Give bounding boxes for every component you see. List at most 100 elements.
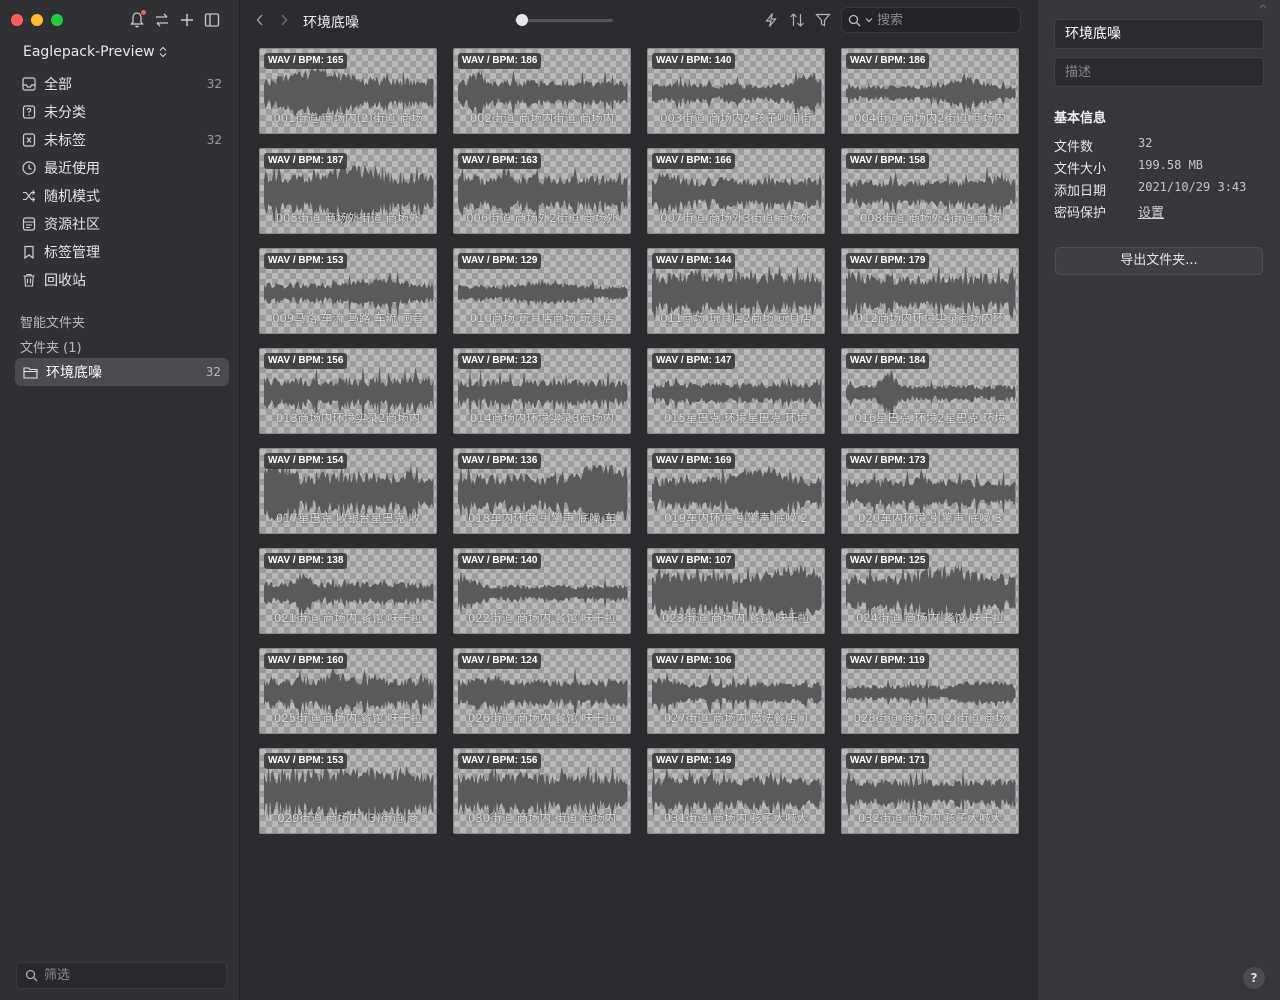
lightning-icon[interactable]	[763, 12, 779, 28]
info-row-file-size: 文件大小 199.58 MB	[1054, 158, 1203, 177]
audio-item-card[interactable]: WAV / BPM: 106 027街道 商场内 魔法餐店门	[647, 648, 825, 734]
audio-item-card[interactable]: WAV / BPM: 107 023街道 商场内 餐馆 味千拉	[647, 548, 825, 634]
audio-item-card[interactable]: WAV / BPM: 156 013商场内环境实录2商场内	[259, 348, 437, 434]
audio-item-card[interactable]: WAV / BPM: 144 011商场 玩具店2商场 玩具店	[647, 248, 825, 334]
info-key: 密码保护	[1054, 206, 1107, 221]
set-password-link[interactable]: 设置	[1138, 202, 1164, 221]
audio-item-card[interactable]: WAV / BPM: 187 005街道 商场外街道 商场外	[259, 148, 437, 234]
audio-item-name: 011商场 玩具店2商场 玩具店	[660, 311, 812, 325]
audio-item-name: 029街道 商场内 (3)街道 商	[277, 811, 419, 825]
audio-item-card[interactable]: WAV / BPM: 129 010商场 玩具店商场 玩具店	[453, 248, 631, 334]
sort-icon[interactable]	[789, 12, 805, 28]
audio-item-card[interactable]: WAV / BPM: 149 031街道 商场内 孩子大喊大	[647, 748, 825, 834]
thumbnail-size-slider[interactable]	[515, 14, 613, 26]
audio-item-card[interactable]: WAV / BPM: 186 002街道 商场内街道 商场内	[453, 48, 631, 134]
audio-item-card[interactable]: WAV / BPM: 166 007街道 商场外3街道 商场外	[647, 148, 825, 234]
audio-item-card[interactable]: WAV / BPM: 119 028街道 商场内 (2)街道 商场	[841, 648, 1019, 734]
format-badge: WAV / BPM: 125	[846, 553, 930, 569]
audio-item-card[interactable]: WAV / BPM: 123 014商场内环境实录3商场内	[453, 348, 631, 434]
audio-item-card[interactable]: WAV / BPM: 165 001街道 商场内(2)街道 商场	[259, 48, 437, 134]
slider-knob[interactable]	[516, 14, 528, 26]
audio-item-card[interactable]: WAV / BPM: 160 025街道 商场内 餐馆 味千拉	[259, 648, 437, 734]
audio-item-card[interactable]: WAV / BPM: 156 030街道 商场内 街道 商场内	[453, 748, 631, 834]
format-badge: WAV / BPM: 107	[652, 553, 736, 569]
sidebar-item-count: 32	[206, 133, 222, 147]
audio-item-card[interactable]: WAV / BPM: 163 006街道 商场外2街道 商场外	[453, 148, 631, 234]
audio-item-card[interactable]: WAV / BPM: 124 026街道 商场内 餐馆 味千拉	[453, 648, 631, 734]
search-icon	[25, 969, 38, 982]
sidebar-item-community[interactable]: 资源社区	[14, 210, 230, 238]
audio-item-card[interactable]: WAV / BPM: 171 032街道 商场内 孩子大喊大	[841, 748, 1019, 834]
audio-item-card[interactable]: WAV / BPM: 140 022街道 商场内 餐馆 味千拉	[453, 548, 631, 634]
main-content: 环境底噪 WAV / BPM: 165001街道 商场内(2)街道 商场WAV …	[241, 0, 1038, 1000]
toolbar-actions	[763, 12, 831, 28]
audio-item-name: 004街道 商场内2街道 商场内	[854, 111, 1006, 125]
folder-count: 32	[205, 365, 221, 379]
history-nav	[255, 13, 289, 27]
audio-item-card[interactable]: WAV / BPM: 138 021街道 商场内 餐馆 味千拉	[259, 548, 437, 634]
bell-icon[interactable]	[129, 10, 146, 29]
audio-item-card[interactable]: WAV / BPM: 147 015星巴克 环境星巴克 环境	[647, 348, 825, 434]
help-button[interactable]: ?	[1243, 967, 1265, 989]
sidebar-item-trash[interactable]: 回收站	[14, 266, 230, 294]
minimize-window-button[interactable]	[31, 14, 43, 26]
window-controls	[11, 14, 63, 26]
forward-arrow-icon[interactable]	[279, 13, 289, 27]
filter-input[interactable]	[44, 968, 204, 983]
back-arrow-icon[interactable]	[255, 13, 265, 27]
folder-icon	[23, 366, 38, 379]
audio-item-card[interactable]: WAV / BPM: 158 008街道 商场外4街道 商场	[841, 148, 1019, 234]
smart-folders-header[interactable]: 智能文件夹	[20, 312, 85, 331]
format-badge: WAV / BPM: 186	[846, 53, 930, 69]
audio-item-card[interactable]: WAV / BPM: 154 017星巴克 收银台星巴克 收	[259, 448, 437, 534]
audio-item-name: 003街道 商场内2 孩子吵闹街	[660, 111, 812, 125]
format-badge: WAV / BPM: 149	[652, 753, 736, 769]
audio-item-name: 030街道 商场内 街道 商场内	[468, 811, 616, 825]
sidebar-item-untagged[interactable]: 未标签 32	[14, 126, 230, 154]
audio-item-card[interactable]: WAV / BPM: 186 004街道 商场内2街道 商场内	[841, 48, 1019, 134]
sidebar-item-tags[interactable]: 标签管理	[14, 238, 230, 266]
sidebar-item-recent[interactable]: 最近使用	[14, 154, 230, 182]
sidebar-item-uncategorized[interactable]: 未分类	[14, 98, 230, 126]
audio-item-name: 026街道 商场内 餐馆 味千拉	[468, 711, 616, 725]
swap-icon[interactable]	[154, 11, 170, 29]
audio-item-card[interactable]: WAV / BPM: 169 019车内环境 引擎声 底噪 2	[647, 448, 825, 534]
format-badge: WAV / BPM: 160	[264, 653, 348, 669]
audio-item-card[interactable]: WAV / BPM: 125 024街道 商场内 餐馆 味千拉	[841, 548, 1019, 634]
export-folder-button[interactable]: 导出文件夹...	[1055, 247, 1263, 275]
sidebar-item-random[interactable]: 随机模式	[14, 182, 230, 210]
audio-item-card[interactable]: WAV / BPM: 173 020车内环境 引擎声 底噪 3	[841, 448, 1019, 534]
bookmark-icon	[24, 245, 34, 259]
folder-label: 环境底噪	[46, 365, 102, 381]
library-switcher[interactable]: Eaglepack-Preview	[23, 44, 167, 60]
format-badge: WAV / BPM: 140	[458, 553, 542, 569]
folders-header[interactable]: 文件夹 (1)	[20, 337, 82, 356]
format-badge: WAV / BPM: 106	[652, 653, 736, 669]
sidebar-item-all[interactable]: 全部 32	[14, 70, 230, 98]
zoom-window-button[interactable]	[51, 14, 63, 26]
audio-item-card[interactable]: WAV / BPM: 153 029街道 商场内 (3)街道 商	[259, 748, 437, 834]
search-input[interactable]	[877, 12, 1007, 28]
notification-dot	[141, 10, 146, 15]
shuffle-icon	[23, 190, 36, 202]
sidebar-folder-item[interactable]: 环境底噪 32	[15, 358, 229, 386]
description-field[interactable]	[1054, 57, 1264, 87]
toggle-panel-icon[interactable]	[204, 11, 220, 29]
audio-item-card[interactable]: WAV / BPM: 140 003街道 商场内2 孩子吵闹街	[647, 48, 825, 134]
audio-item-name: 012商场内环境实录商场内环	[855, 311, 1005, 325]
audio-item-name: 009马路 车流 马路 车流 画音	[272, 311, 424, 325]
audio-item-card[interactable]: WAV / BPM: 136 018车内环境 引擎声 底噪 车	[453, 448, 631, 534]
format-badge: WAV / BPM: 136	[458, 453, 542, 469]
chevron-down-icon[interactable]	[865, 16, 873, 24]
audio-item-card[interactable]: WAV / BPM: 184 016星巴克 环境2星巴克 环境	[841, 348, 1019, 434]
info-row-file-count: 文件数 32	[1054, 136, 1152, 155]
close-window-button[interactable]	[11, 14, 23, 26]
folder-name-field[interactable]: 环境底噪	[1054, 19, 1264, 49]
community-icon	[22, 217, 36, 231]
audio-item-card[interactable]: WAV / BPM: 153 009马路 车流 马路 车流 画音	[259, 248, 437, 334]
resize-handle-icon[interactable]	[1259, 4, 1267, 14]
filter-icon[interactable]	[815, 12, 831, 28]
audio-item-name: 015星巴克 环境星巴克 环境	[663, 411, 809, 425]
add-icon[interactable]	[179, 11, 195, 29]
audio-item-card[interactable]: WAV / BPM: 179 012商场内环境实录商场内环	[841, 248, 1019, 334]
